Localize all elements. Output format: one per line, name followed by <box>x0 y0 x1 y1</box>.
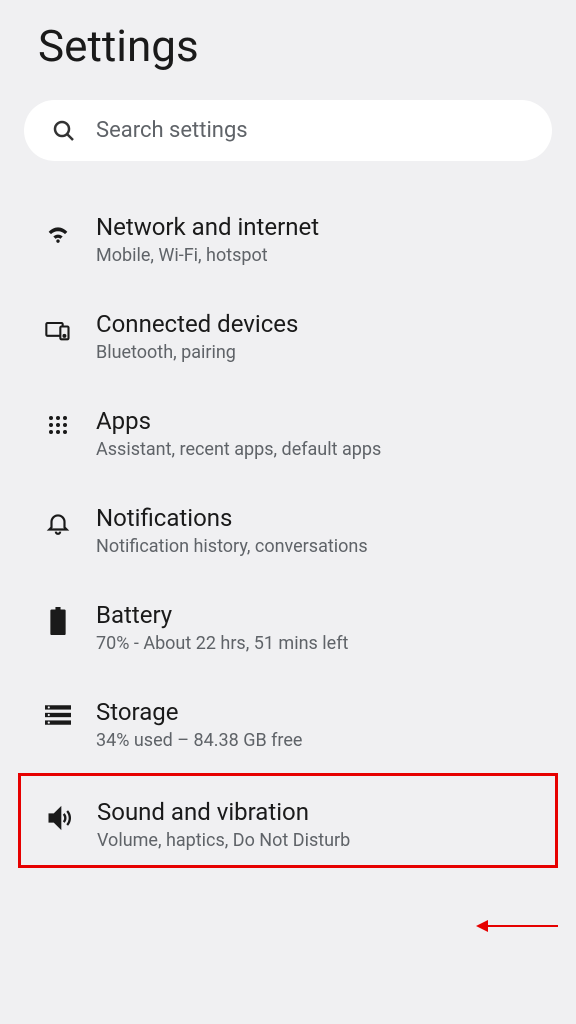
item-title: Network and internet <box>96 213 542 241</box>
storage-icon <box>34 698 82 726</box>
page-title: Settings <box>20 0 556 100</box>
notifications-icon <box>34 504 82 536</box>
wifi-icon <box>34 213 82 247</box>
settings-item-apps[interactable]: Apps Assistant, recent apps, default app… <box>20 385 556 482</box>
settings-item-battery[interactable]: Battery 70% - About 22 hrs, 51 mins left <box>20 579 556 676</box>
search-icon <box>52 119 76 143</box>
item-subtitle: Notification history, conversations <box>96 536 542 557</box>
item-subtitle: Assistant, recent apps, default apps <box>96 439 542 460</box>
item-subtitle: Bluetooth, pairing <box>96 342 542 363</box>
devices-icon <box>34 310 82 344</box>
item-subtitle: 70% - About 22 hrs, 51 mins left <box>96 633 542 654</box>
sound-icon <box>35 798 83 832</box>
item-title: Storage <box>96 698 542 726</box>
settings-item-devices[interactable]: Connected devices Bluetooth, pairing <box>20 288 556 385</box>
battery-icon <box>34 601 82 635</box>
item-title: Apps <box>96 407 542 435</box>
settings-item-sound[interactable]: Sound and vibration Volume, haptics, Do … <box>18 773 558 868</box>
item-title: Sound and vibration <box>97 798 541 826</box>
search-placeholder: Search settings <box>96 118 248 143</box>
settings-item-storage[interactable]: Storage 34% used – 84.38 GB free <box>20 676 556 773</box>
settings-item-notifications[interactable]: Notifications Notification history, conv… <box>20 482 556 579</box>
item-title: Battery <box>96 601 542 629</box>
annotation-arrow <box>478 925 558 927</box>
item-subtitle: 34% used – 84.38 GB free <box>96 730 542 751</box>
search-settings[interactable]: Search settings <box>24 100 552 161</box>
item-subtitle: Volume, haptics, Do Not Disturb <box>97 830 541 851</box>
apps-icon <box>34 407 82 437</box>
item-title: Notifications <box>96 504 542 532</box>
settings-item-network[interactable]: Network and internet Mobile, Wi-Fi, hots… <box>20 191 556 288</box>
item-subtitle: Mobile, Wi-Fi, hotspot <box>96 245 542 266</box>
item-title: Connected devices <box>96 310 542 338</box>
